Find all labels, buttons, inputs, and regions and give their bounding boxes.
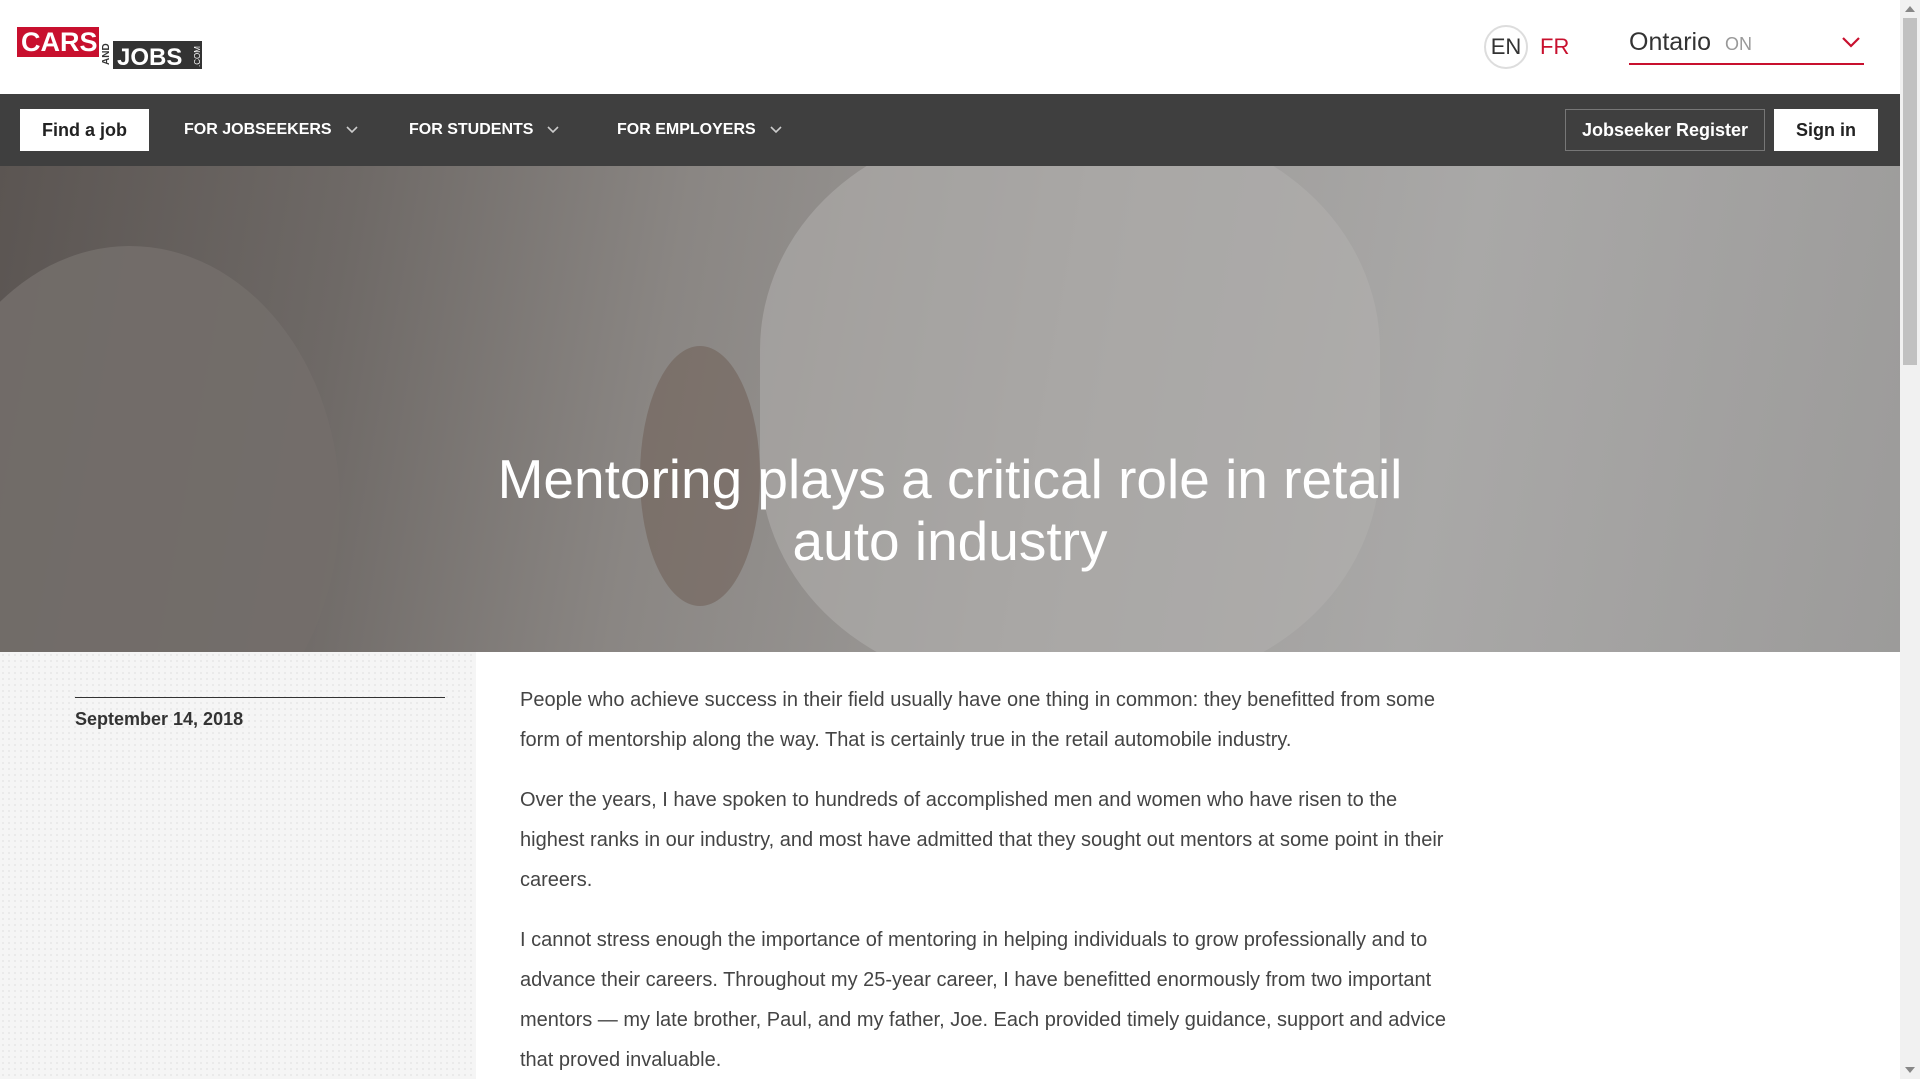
region-name: Ontario [1629,28,1711,56]
nav-for-students[interactable]: FOR STUDENTS [409,94,560,166]
nav-for-jobseekers[interactable]: FOR JOBSEEKERS [184,94,358,166]
logo-jobs-text: JOBS [117,44,182,70]
nav-label: FOR EMPLOYERS [617,121,756,138]
chevron-down-icon [547,126,560,134]
region-select[interactable]: Ontario ON [1629,28,1864,65]
main-nav: Find a job FOR JOBSEEKERS FOR STUDENTS F… [0,94,1900,166]
logo-suffix-text: .COM [193,46,202,67]
publish-date: September 14, 2018 [75,709,244,729]
scroll-up-arrow-icon[interactable] [1905,6,1915,12]
scrollbar-thumb[interactable] [1903,18,1917,365]
article-paragraph: People who achieve success in their fiel… [520,689,1435,751]
nav-label: FOR JOBSEEKERS [184,121,332,138]
nav-label: FOR STUDENTS [409,121,534,138]
site-header: CARS AND JOBS .COM EN FR Ontario ON [0,0,1900,94]
chevron-down-icon [770,126,782,134]
nav-for-employers[interactable]: FOR EMPLOYERS [617,94,782,166]
page-title: Mentoring plays a critical role in retai… [497,448,1403,572]
hero-photo-shape [760,166,1380,652]
article-sidebar: September 14, 2018 [0,652,476,1079]
region-code: ON [1724,34,1752,54]
lang-en-button[interactable]: EN [1484,25,1528,69]
hero-banner: Mentoring plays a critical role in retai… [0,166,1900,652]
article-paragraph: Over the years, I have spoken to hundred… [520,789,1444,891]
article-body: People who achieve success in their fiel… [520,680,1460,1079]
lang-fr-link[interactable]: FR [1540,34,1569,60]
divider [75,697,445,698]
article-paragraph: I cannot stress enough the importance of… [520,929,1447,1071]
find-a-job-button[interactable]: Find a job [20,109,149,151]
chevron-down-icon [346,126,358,134]
hero-photo-shape [0,246,340,652]
vertical-scrollbar[interactable] [1900,0,1920,1079]
jobseeker-register-button[interactable]: Jobseeker Register [1565,109,1765,151]
sign-in-button[interactable]: Sign in [1774,109,1878,151]
carsandjobs-logo[interactable]: CARS AND JOBS .COM [17,25,202,70]
scroll-down-arrow-icon[interactable] [1905,1067,1915,1073]
logo-and-text: AND [101,43,112,65]
chevron-down-icon [1842,37,1860,48]
language-switcher: EN FR [1484,25,1569,69]
logo-cars-text: CARS [21,27,98,57]
